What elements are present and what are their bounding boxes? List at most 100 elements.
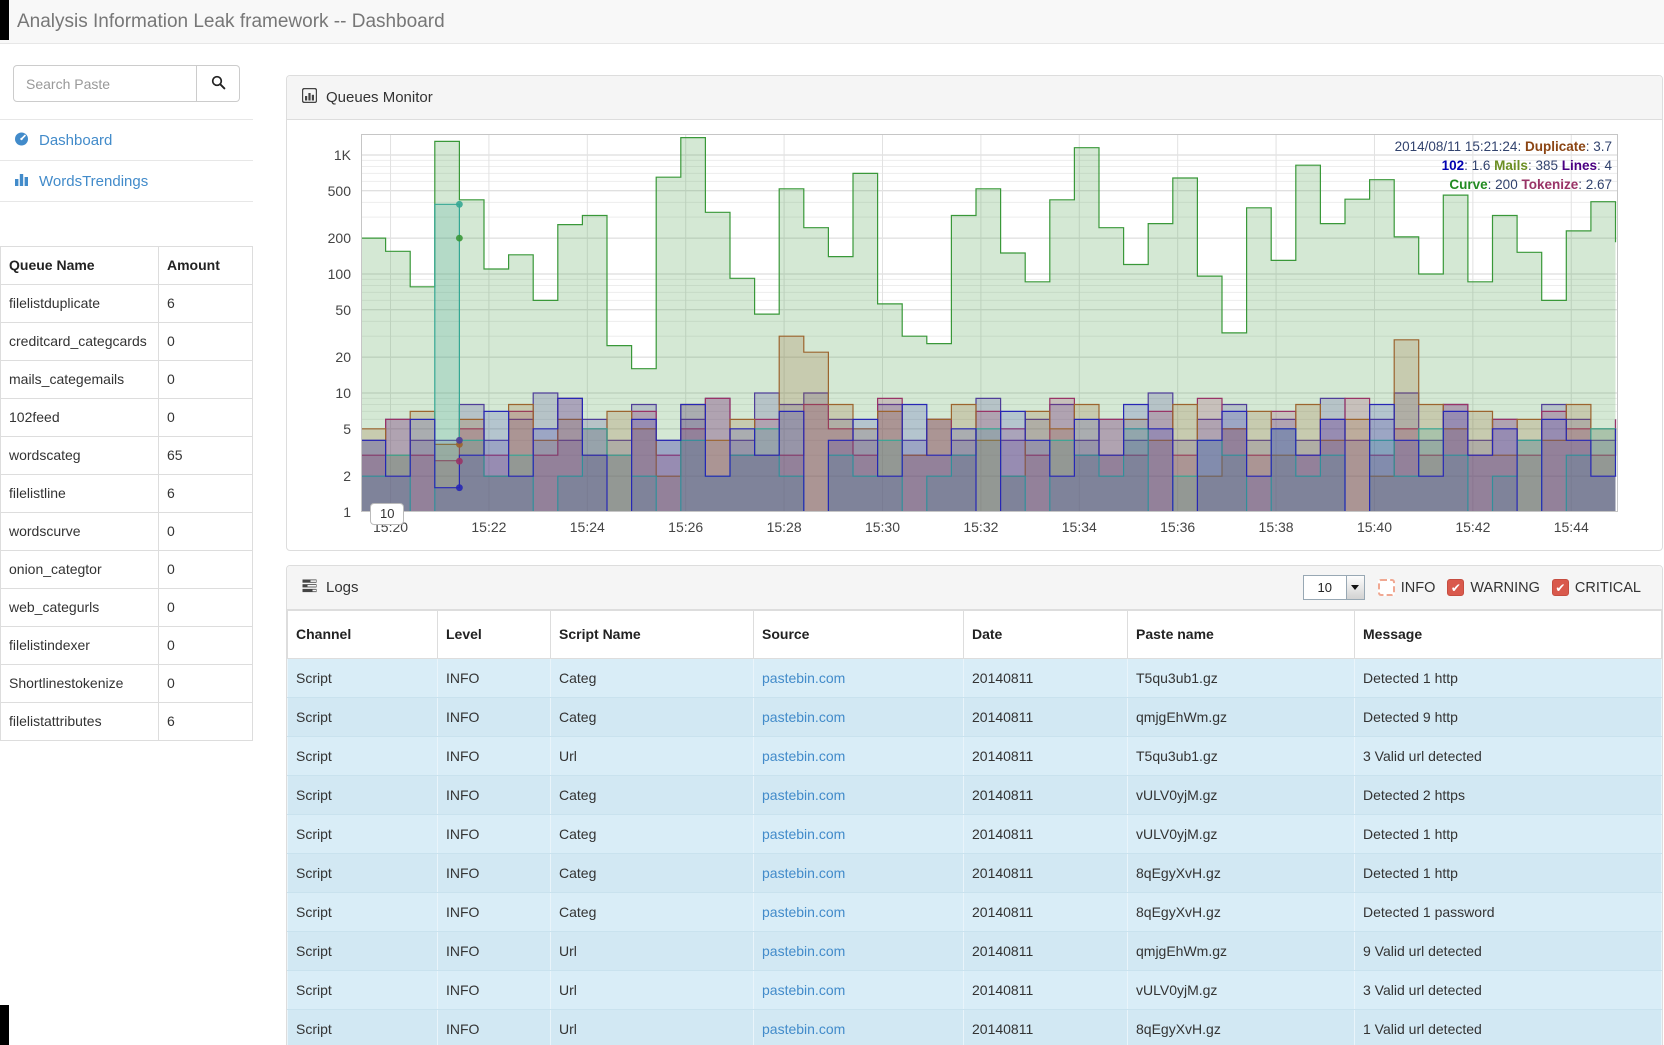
log-message-cell: Detected 2 https	[1355, 776, 1662, 815]
log-level-cell: INFO	[438, 737, 551, 776]
sidebar-nav: Dashboard WordsTrendings	[0, 119, 253, 202]
log-level-cell: INFO	[438, 893, 551, 932]
warning-checkbox[interactable]: ✔	[1447, 579, 1464, 596]
log-channel-cell: Script	[288, 932, 438, 971]
log-row: ScriptINFOCategpastebin.com20140811vULV0…	[288, 815, 1662, 854]
tasks-icon	[302, 578, 317, 597]
legend-segment: Tokenize	[1521, 177, 1578, 192]
log-paste-cell: vULV0yjM.gz	[1128, 776, 1355, 815]
x-tick-label: 15:32	[963, 519, 998, 535]
page-size-select[interactable]: 10	[1303, 575, 1365, 600]
search-button[interactable]	[197, 65, 240, 102]
logs-column-header: Paste name	[1128, 611, 1355, 659]
log-date-cell: 20140811	[964, 971, 1128, 1010]
source-link[interactable]: pastebin.com	[762, 1021, 845, 1037]
log-row: ScriptINFOUrlpastebin.com20140811vULV0yj…	[288, 971, 1662, 1010]
queue-row: filelistattributes6	[1, 703, 253, 741]
log-message-cell: 3 Valid url detected	[1355, 737, 1662, 776]
x-tick-label: 15:44	[1554, 519, 1589, 535]
log-date-cell: 20140811	[964, 776, 1128, 815]
source-link[interactable]: pastebin.com	[762, 787, 845, 803]
queues-monitor-heading: Queues Monitor	[287, 76, 1662, 120]
y-tick-label: 100	[328, 266, 351, 282]
source-link[interactable]: pastebin.com	[762, 865, 845, 881]
log-level-cell: INFO	[438, 854, 551, 893]
sidebar-item-dashboard[interactable]: Dashboard	[0, 119, 253, 160]
queue-name-cell: filelistline	[1, 475, 159, 513]
sidebar-item-wordstrendings[interactable]: WordsTrendings	[0, 160, 253, 201]
log-row: ScriptINFOUrlpastebin.com20140811qmjgEhW…	[288, 932, 1662, 971]
log-script-cell: Categ	[551, 893, 754, 932]
log-script-cell: Url	[551, 1010, 754, 1045]
queue-row: wordscateg65	[1, 437, 253, 475]
queue-amount-cell: 6	[159, 285, 253, 323]
queue-name-header: Queue Name	[1, 247, 159, 285]
info-checkbox[interactable]	[1378, 579, 1395, 596]
log-level-cell: INFO	[438, 659, 551, 698]
log-level-cell: INFO	[438, 932, 551, 971]
source-link[interactable]: pastebin.com	[762, 670, 845, 686]
source-link[interactable]: pastebin.com	[762, 943, 845, 959]
logs-column-header: Date	[964, 611, 1128, 659]
logs-column-header: Source	[754, 611, 964, 659]
queues-chart[interactable]: 2014/08/11 15:21:24: Duplicate: 3.7102: …	[361, 134, 1618, 512]
sidebar-item-label: Dashboard	[39, 132, 112, 149]
log-channel-cell: Script	[288, 659, 438, 698]
search-icon	[211, 75, 226, 93]
source-link[interactable]: pastebin.com	[762, 826, 845, 842]
queue-amount-cell: 0	[159, 399, 253, 437]
source-link[interactable]: pastebin.com	[762, 904, 845, 920]
log-message-cell: Detected 1 http	[1355, 815, 1662, 854]
queue-row: filelistindexer0	[1, 627, 253, 665]
queues-chart-body: 2014/08/11 15:21:24: Duplicate: 3.7102: …	[287, 120, 1662, 550]
log-source-cell: pastebin.com	[754, 971, 964, 1010]
critical-checkbox[interactable]: ✔	[1552, 579, 1569, 596]
legend-segment: 102	[1442, 158, 1465, 173]
source-link[interactable]: pastebin.com	[762, 982, 845, 998]
log-message-cell: 3 Valid url detected	[1355, 971, 1662, 1010]
log-script-cell: Categ	[551, 815, 754, 854]
queue-row: mails_categemails0	[1, 361, 253, 399]
log-date-cell: 20140811	[964, 854, 1128, 893]
x-tick-label: 15:28	[767, 519, 802, 535]
queue-name-cell: web_categurls	[1, 589, 159, 627]
search-input[interactable]	[13, 65, 197, 102]
x-tick-label: 15:38	[1259, 519, 1294, 535]
log-source-cell: pastebin.com	[754, 1010, 964, 1045]
bar-chart-icon	[14, 172, 29, 191]
log-paste-cell: qmjgEhWm.gz	[1128, 932, 1355, 971]
queue-name-cell: 102feed	[1, 399, 159, 437]
screen-edge-artifact-bottom	[0, 1005, 9, 1045]
log-date-cell: 20140811	[964, 659, 1128, 698]
log-script-cell: Categ	[551, 776, 754, 815]
log-level-cell: INFO	[438, 698, 551, 737]
queue-amount-cell: 0	[159, 551, 253, 589]
log-level-cell: INFO	[438, 815, 551, 854]
log-date-cell: 20140811	[964, 893, 1128, 932]
y-tick-label: 20	[335, 349, 351, 365]
y-tick-label: 1K	[334, 147, 351, 163]
chart-legend: 2014/08/11 15:21:24: Duplicate: 3.7102: …	[1395, 137, 1612, 194]
log-level-cell: INFO	[438, 776, 551, 815]
source-link[interactable]: pastebin.com	[762, 709, 845, 725]
log-row: ScriptINFOUrlpastebin.com20140811T5qu3ub…	[288, 737, 1662, 776]
page-size-value: 10	[1304, 580, 1346, 595]
log-paste-cell: 8qEgyXvH.gz	[1128, 854, 1355, 893]
legend-segment: Mails	[1494, 158, 1528, 173]
log-date-cell: 20140811	[964, 737, 1128, 776]
log-row: ScriptINFOCategpastebin.com201408118qEgy…	[288, 893, 1662, 932]
queue-row: Shortlinestokenize0	[1, 665, 253, 703]
queue-amount-cell: 0	[159, 589, 253, 627]
source-link[interactable]: pastebin.com	[762, 748, 845, 764]
log-message-cell: 9 Valid url detected	[1355, 932, 1662, 971]
queue-name-cell: Shortlinestokenize	[1, 665, 159, 703]
top-navbar: Analysis Information Leak framework -- D…	[0, 0, 1664, 44]
log-level-cell: INFO	[438, 1010, 551, 1045]
log-channel-cell: Script	[288, 737, 438, 776]
logs-heading: Logs 10 INFO✔WARNING✔CRITICAL	[287, 566, 1662, 610]
log-row: ScriptINFOUrlpastebin.com201408118qEgyXv…	[288, 1010, 1662, 1045]
log-message-cell: 1 Valid url detected	[1355, 1010, 1662, 1045]
log-message-cell: Detected 1 http	[1355, 659, 1662, 698]
y-tick-label: 500	[328, 183, 351, 199]
queue-row: filelistline6	[1, 475, 253, 513]
